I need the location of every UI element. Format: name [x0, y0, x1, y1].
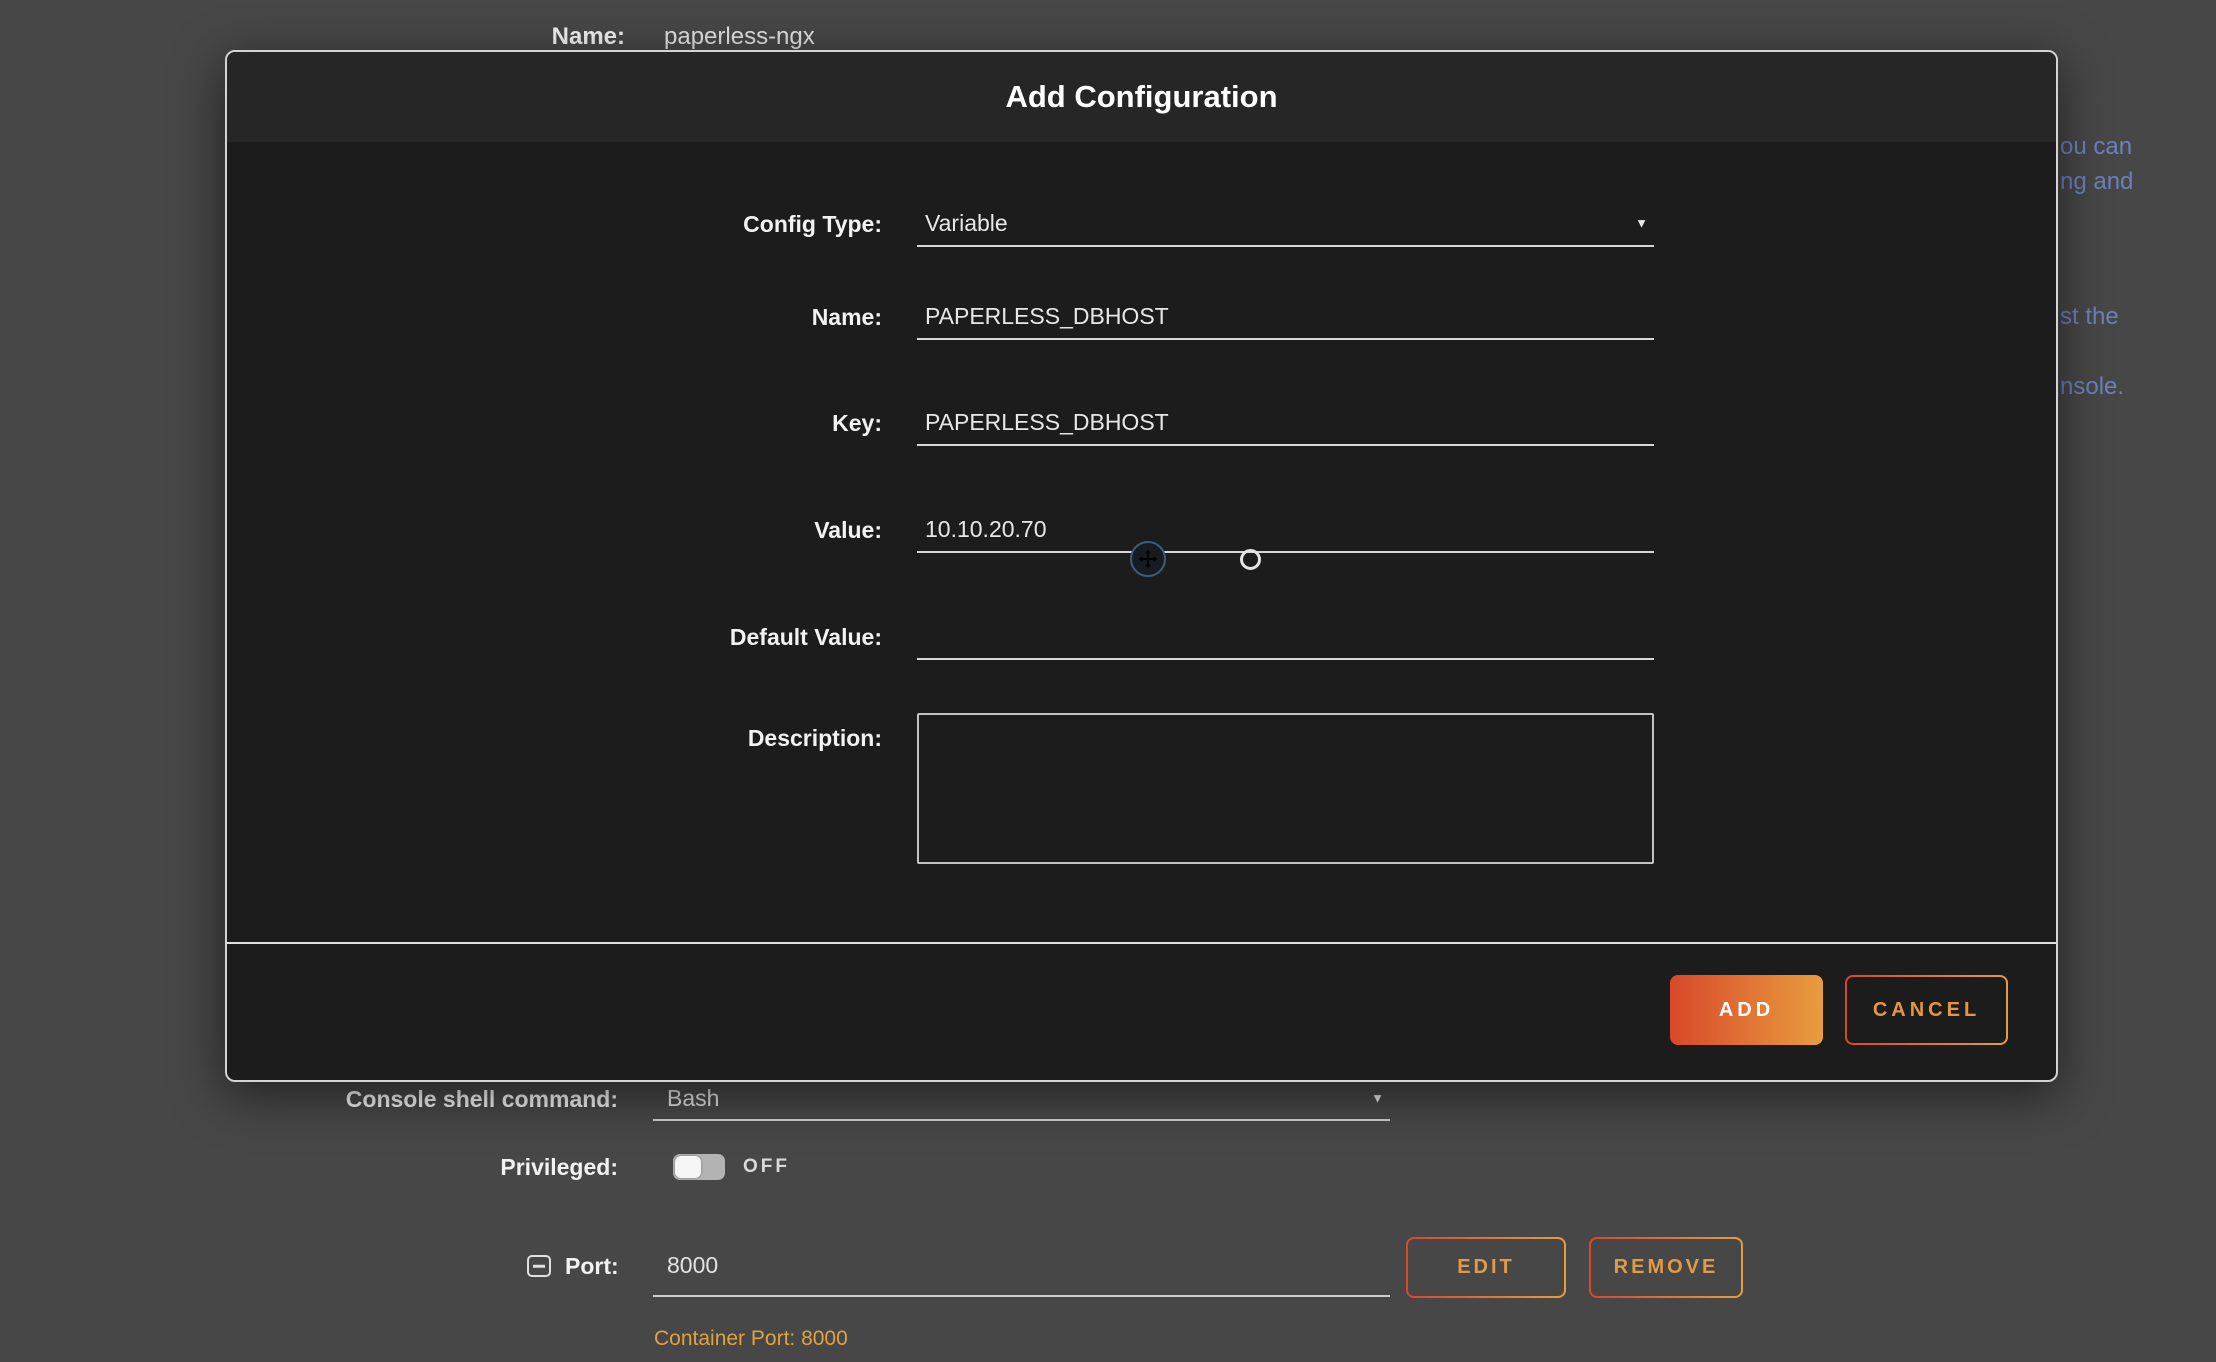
edit-button-label: EDIT	[1408, 1239, 1564, 1296]
remove-button[interactable]: REMOVE	[1589, 1237, 1743, 1298]
key-field-label: Key:	[227, 410, 882, 437]
four-way-arrow	[1137, 548, 1159, 570]
description-textarea[interactable]	[917, 713, 1654, 864]
edit-button[interactable]: EDIT	[1406, 1237, 1566, 1298]
port-row: Port:	[0, 1236, 1500, 1296]
default-value-input[interactable]	[917, 623, 1625, 650]
default-value-row: Default Value:	[227, 614, 2056, 660]
name-label: Name:	[300, 23, 625, 51]
console-shell-command-select[interactable]: Bash ▼	[653, 1077, 1390, 1121]
key-field	[917, 400, 1654, 446]
clipped-help-text: ou can	[2060, 133, 2132, 161]
name-value: paperless-ngx	[664, 23, 815, 51]
dialog-title: Add Configuration	[1005, 79, 1277, 115]
dialog-header: Add Configuration	[227, 52, 2056, 142]
toggle-knob	[675, 1156, 701, 1178]
name-row: Name:	[227, 294, 2056, 340]
privileged-row: Privileged: OFF	[0, 1146, 1500, 1188]
default-value-field	[917, 614, 1654, 660]
name-input[interactable]	[917, 303, 1625, 330]
config-type-select[interactable]: Variable ▼	[917, 201, 1654, 247]
chevron-down-icon: ▼	[1635, 216, 1648, 231]
clipped-help-text: ng and	[2060, 168, 2133, 196]
description-label: Description:	[227, 725, 882, 752]
add-button[interactable]: ADD	[1670, 975, 1823, 1045]
key-input[interactable]	[917, 409, 1625, 436]
config-type-label: Config Type:	[227, 211, 882, 238]
privileged-toggle[interactable]	[673, 1154, 725, 1180]
config-type-value: Variable	[917, 210, 1008, 237]
port-label: Port:	[565, 1253, 619, 1280]
collapse-icon[interactable]	[527, 1255, 551, 1277]
config-type-row: Config Type: Variable ▼	[227, 201, 2056, 247]
value-field	[917, 507, 1654, 553]
container-port-text: Container Port: 8000	[654, 1327, 848, 1351]
value-input[interactable]	[917, 516, 1625, 543]
cancel-button[interactable]: CANCEL	[1845, 975, 2008, 1045]
click-indicator-icon	[1240, 549, 1261, 570]
chevron-down-icon: ▼	[1371, 1091, 1384, 1106]
clipped-help-text: st the	[2060, 303, 2119, 331]
cancel-button-label: CANCEL	[1847, 977, 2006, 1043]
remove-button-label: REMOVE	[1591, 1239, 1741, 1296]
console-shell-command-row: Console shell command: Bash ▼	[0, 1078, 1500, 1120]
footer-divider	[227, 942, 2056, 944]
name-field	[917, 294, 1654, 340]
port-input[interactable]	[653, 1252, 1267, 1279]
privileged-state-label: OFF	[743, 1156, 790, 1178]
move-cursor-icon	[1130, 541, 1166, 577]
key-row: Key:	[227, 400, 2056, 446]
privileged-label: Privileged:	[0, 1154, 618, 1181]
console-shell-command-value: Bash	[653, 1085, 719, 1112]
clipped-help-text: nsole.	[2060, 373, 2124, 401]
value-field-label: Value:	[227, 517, 882, 544]
name-field-label: Name:	[227, 304, 882, 331]
default-value-field-label: Default Value:	[227, 624, 882, 651]
port-field[interactable]	[653, 1235, 1390, 1297]
screen: Name: paperless-ngx ou can ng and st the…	[0, 0, 2216, 1362]
console-shell-command-label: Console shell command:	[0, 1086, 618, 1113]
